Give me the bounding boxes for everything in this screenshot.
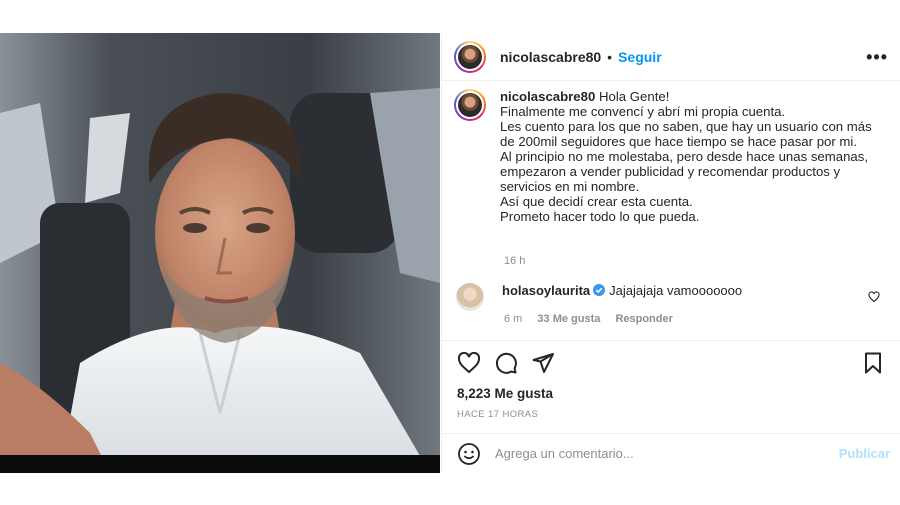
- post-header: nicolascabre80 • Seguir •••: [442, 33, 900, 81]
- comment-input[interactable]: Agrega un comentario...: [495, 446, 634, 461]
- comment-likes[interactable]: 33 Me gusta: [537, 313, 600, 325]
- author-avatar-image: [456, 42, 484, 71]
- emoji-icon[interactable]: [457, 442, 481, 466]
- author-avatar[interactable]: [454, 40, 486, 73]
- verified-badge-icon: [593, 284, 606, 296]
- post-actions: [442, 340, 900, 386]
- caption-line: Finalmente me convencí y abrí mi propia …: [500, 104, 786, 119]
- author-username[interactable]: nicolascabre80: [500, 49, 601, 65]
- bookmark-icon[interactable]: [861, 351, 885, 375]
- caption-avatar[interactable]: [454, 89, 486, 121]
- heart-icon[interactable]: [868, 291, 880, 303]
- commenter-username[interactable]: holasoylaurita: [502, 283, 590, 298]
- caption-line: Prometo hacer todo lo que pueda.: [500, 209, 700, 224]
- caption-line: Hola Gente!: [598, 89, 670, 104]
- add-comment-bar: Agrega un comentario... Publicar: [442, 433, 900, 473]
- photo-bottom-bar: [0, 455, 440, 473]
- caption-text: nicolascabre80 Hola Gente! Finalmente me…: [500, 89, 880, 224]
- post-photo[interactable]: [0, 33, 440, 473]
- caption-time[interactable]: 16 h: [504, 255, 525, 267]
- publish-button[interactable]: Publicar: [839, 446, 890, 461]
- likes-count[interactable]: 8,223 Me gusta: [457, 386, 553, 401]
- comment-body: holasoylaurita Jajajajaja vamooooooo: [502, 283, 742, 299]
- more-options-icon[interactable]: •••: [866, 47, 888, 68]
- post-caption: nicolascabre80 Hola Gente! Finalmente me…: [454, 89, 894, 224]
- follow-button[interactable]: Seguir: [618, 49, 662, 65]
- caption-line: Así que decidí crear esta cuenta.: [500, 194, 693, 209]
- caption-line: Les cuento para los que no saben, que ha…: [500, 119, 872, 149]
- comment-text: Jajajajaja vamooooooo: [609, 283, 743, 298]
- paper-plane-icon[interactable]: [531, 351, 555, 375]
- selfie-image: [0, 33, 440, 473]
- post-side-panel: nicolascabre80 • Seguir ••• nicolascabre…: [441, 33, 900, 473]
- comment-time[interactable]: 6 m: [504, 313, 522, 325]
- like-heart-icon[interactable]: [457, 351, 481, 375]
- post-timestamp[interactable]: HACE 17 HORAS: [457, 409, 538, 420]
- comment-meta: 6 m 33 Me gusta Responder: [504, 313, 685, 325]
- instagram-post: nicolascabre80 • Seguir ••• nicolascabre…: [0, 33, 900, 473]
- commenter-avatar[interactable]: [456, 283, 484, 311]
- caption-line: Al principio no me molestaba, pero desde…: [500, 149, 869, 194]
- caption-avatar-image: [456, 91, 484, 119]
- comment-icon[interactable]: [494, 351, 518, 375]
- reply-button[interactable]: Responder: [615, 313, 672, 325]
- header-separator: •: [607, 48, 613, 65]
- comment-item: holasoylaurita Jajajajaja vamooooooo 6 m …: [454, 283, 894, 325]
- caption-username[interactable]: nicolascabre80: [500, 89, 595, 104]
